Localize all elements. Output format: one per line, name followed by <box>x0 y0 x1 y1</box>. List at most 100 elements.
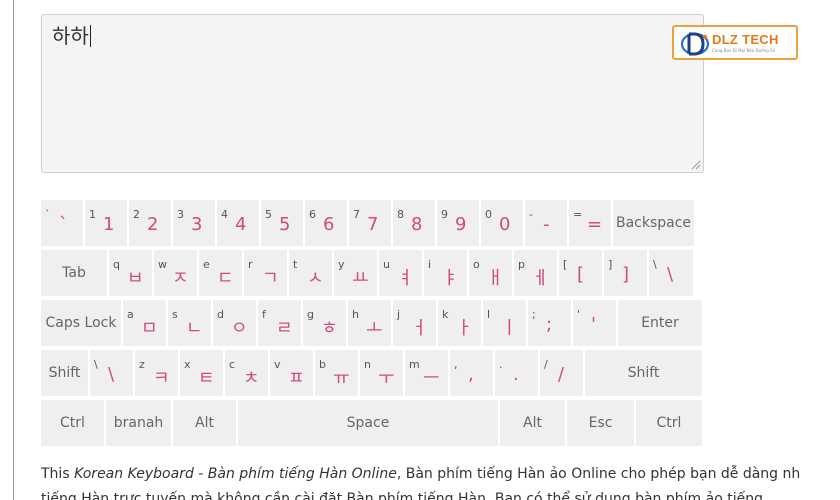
key-shift[interactable]: Shift <box>41 350 90 398</box>
text-input-area[interactable]: 하하 <box>41 14 704 173</box>
keyboard-row-3: Caps Lock a ㅁ s ㄴ d ㅇ f ㄹ g ㅎ h ㅗ j ㅓ k ㅏ l ㅣ;; ' ' Enter <box>41 300 704 350</box>
typed-text: 하하 <box>52 24 91 48</box>
key-b[interactable]: bㅠ <box>315 350 360 398</box>
key-symbol[interactable]: / / <box>540 350 585 398</box>
key-latin-label: z <box>139 358 145 371</box>
key-8[interactable]: 88 <box>393 200 437 248</box>
key-hangul-label: ㅑ <box>442 268 459 289</box>
key-j[interactable]: jㅓ <box>393 300 438 348</box>
key-hangul-label: ㄹ <box>276 318 293 339</box>
key-symbol[interactable]: ;; <box>528 300 573 348</box>
key-symbol[interactable]: ]] <box>604 250 649 298</box>
key-e[interactable]: eㄷ <box>199 250 244 298</box>
key-m[interactable]: mㅡ <box>405 350 450 398</box>
key-label: Alt <box>195 415 214 431</box>
key-t[interactable]: tㅅ <box>289 250 334 298</box>
key-v[interactable]: vㅍ <box>270 350 315 398</box>
key-latin-label: j <box>397 308 401 321</box>
key-latin-label: y <box>338 258 345 271</box>
key-label: Shift <box>627 365 660 381</box>
key-label: Esc <box>588 415 613 431</box>
key-x[interactable]: xㅌ <box>180 350 225 398</box>
key-symbol[interactable]: = = <box>569 200 613 248</box>
dlz-tech-logo: DLZ TECH Cùng Bạn Đi Mọi Nẻo Đường Số <box>672 25 798 60</box>
key-hangul-label: ㅋ <box>153 368 170 389</box>
key-tab[interactable]: Tab <box>41 250 109 298</box>
key-z[interactable]: zㅋ <box>135 350 180 398</box>
key-latin-label: 5 <box>265 208 272 221</box>
keyboard-row-4: Shift \ \ z ㅋ x ㅌ c ㅊ v ㅍ b ㅠ n ㅜ m ㅡ,,.. / / Shift <box>41 350 704 400</box>
key-0[interactable]: 00 <box>481 200 525 248</box>
key-l[interactable]: lㅣ <box>483 300 528 348</box>
key-g[interactable]: gㅎ <box>303 300 348 348</box>
key-latin-label: s <box>172 308 178 321</box>
key-w[interactable]: wㅈ <box>154 250 199 298</box>
key-symbol[interactable]: ' ' <box>573 300 618 348</box>
key-backspace[interactable]: Backspace <box>613 200 696 248</box>
key-c[interactable]: cㅊ <box>225 350 270 398</box>
key-label: Ctrl <box>60 415 85 431</box>
key-9[interactable]: 99 <box>437 200 481 248</box>
key-esc[interactable]: Esc <box>567 400 636 448</box>
key-alt[interactable]: Alt <box>173 400 238 448</box>
key-hangul-label: ㅎ <box>321 318 338 339</box>
keyboard-row-1: ` ` 1 1 2 2 3 3 4 4 5 5 6 6 7 7 8 8 9 9 0 0- - = = Backspace <box>41 200 704 250</box>
key-symbol[interactable]: \ \ <box>90 350 135 398</box>
key-o[interactable]: oㅐ <box>469 250 514 298</box>
key-h[interactable]: hㅗ <box>348 300 393 348</box>
resize-grip-icon[interactable] <box>691 160 701 170</box>
key-y[interactable]: yㅛ <box>334 250 379 298</box>
key-ctrl[interactable]: Ctrl <box>41 400 106 448</box>
key-latin-label: 3 <box>177 208 184 221</box>
key-space[interactable]: Space <box>238 400 500 448</box>
key-6[interactable]: 66 <box>305 200 349 248</box>
key-f[interactable]: fㄹ <box>258 300 303 348</box>
description-text-line2: tiếng Hàn trực tuyến mà không cần cài đặ… <box>41 491 763 500</box>
key-7[interactable]: 77 <box>349 200 393 248</box>
key-latin-label: v <box>274 358 281 371</box>
key-latin-label: w <box>158 258 167 271</box>
key-p[interactable]: pㅔ <box>514 250 559 298</box>
key-symbol[interactable]: ` ` <box>41 200 85 248</box>
key-latin-label: ; <box>532 308 536 321</box>
key-hangul-label: ㅏ <box>456 318 473 339</box>
key-symbol[interactable]: [[ <box>559 250 604 298</box>
key-n[interactable]: nㅜ <box>360 350 405 398</box>
key-latin-label: 7 <box>353 208 360 221</box>
key-alt[interactable]: Alt <box>500 400 567 448</box>
key-hangul-label: 4 <box>235 214 247 235</box>
key-5[interactable]: 55 <box>261 200 305 248</box>
key-a[interactable]: aㅁ <box>123 300 168 348</box>
key-r[interactable]: rㄱ <box>244 250 289 298</box>
key-latin-label: e <box>203 258 210 271</box>
key-caps-lock[interactable]: Caps Lock <box>41 300 123 348</box>
key-3[interactable]: 33 <box>173 200 217 248</box>
key-latin-label: c <box>229 358 236 371</box>
key-shift[interactable]: Shift <box>585 350 704 398</box>
key-1[interactable]: 11 <box>85 200 129 248</box>
key-hangul-label: 6 <box>323 214 335 235</box>
key-4[interactable]: 44 <box>217 200 261 248</box>
key-k[interactable]: kㅏ <box>438 300 483 348</box>
key-q[interactable]: qㅂ <box>109 250 154 298</box>
key-latin-label: / <box>544 358 548 371</box>
key-symbol[interactable]: \ \ <box>649 250 695 298</box>
key-s[interactable]: sㄴ <box>168 300 213 348</box>
key-latin-label: \ <box>653 258 657 271</box>
key-symbol[interactable]: ,, <box>450 350 495 398</box>
key-ctrl[interactable]: Ctrl <box>636 400 704 448</box>
key-u[interactable]: uㅕ <box>379 250 424 298</box>
key-enter[interactable]: Enter <box>618 300 704 348</box>
key-i[interactable]: iㅑ <box>424 250 469 298</box>
key-2[interactable]: 22 <box>129 200 173 248</box>
key-symbol[interactable]: -- <box>525 200 569 248</box>
key-d[interactable]: dㅇ <box>213 300 258 348</box>
key-hangul-label: ㅇ <box>231 318 248 339</box>
key-latin-label: , <box>454 358 458 371</box>
key-hangul-label: ㅌ <box>198 368 215 389</box>
key-latin-label: g <box>307 308 314 321</box>
key-branah[interactable]: branah <box>106 400 173 448</box>
key-symbol[interactable]: .. <box>495 350 540 398</box>
key-hangul-label: ㄷ <box>217 268 234 289</box>
key-hangul-label: ㅗ <box>366 318 383 339</box>
